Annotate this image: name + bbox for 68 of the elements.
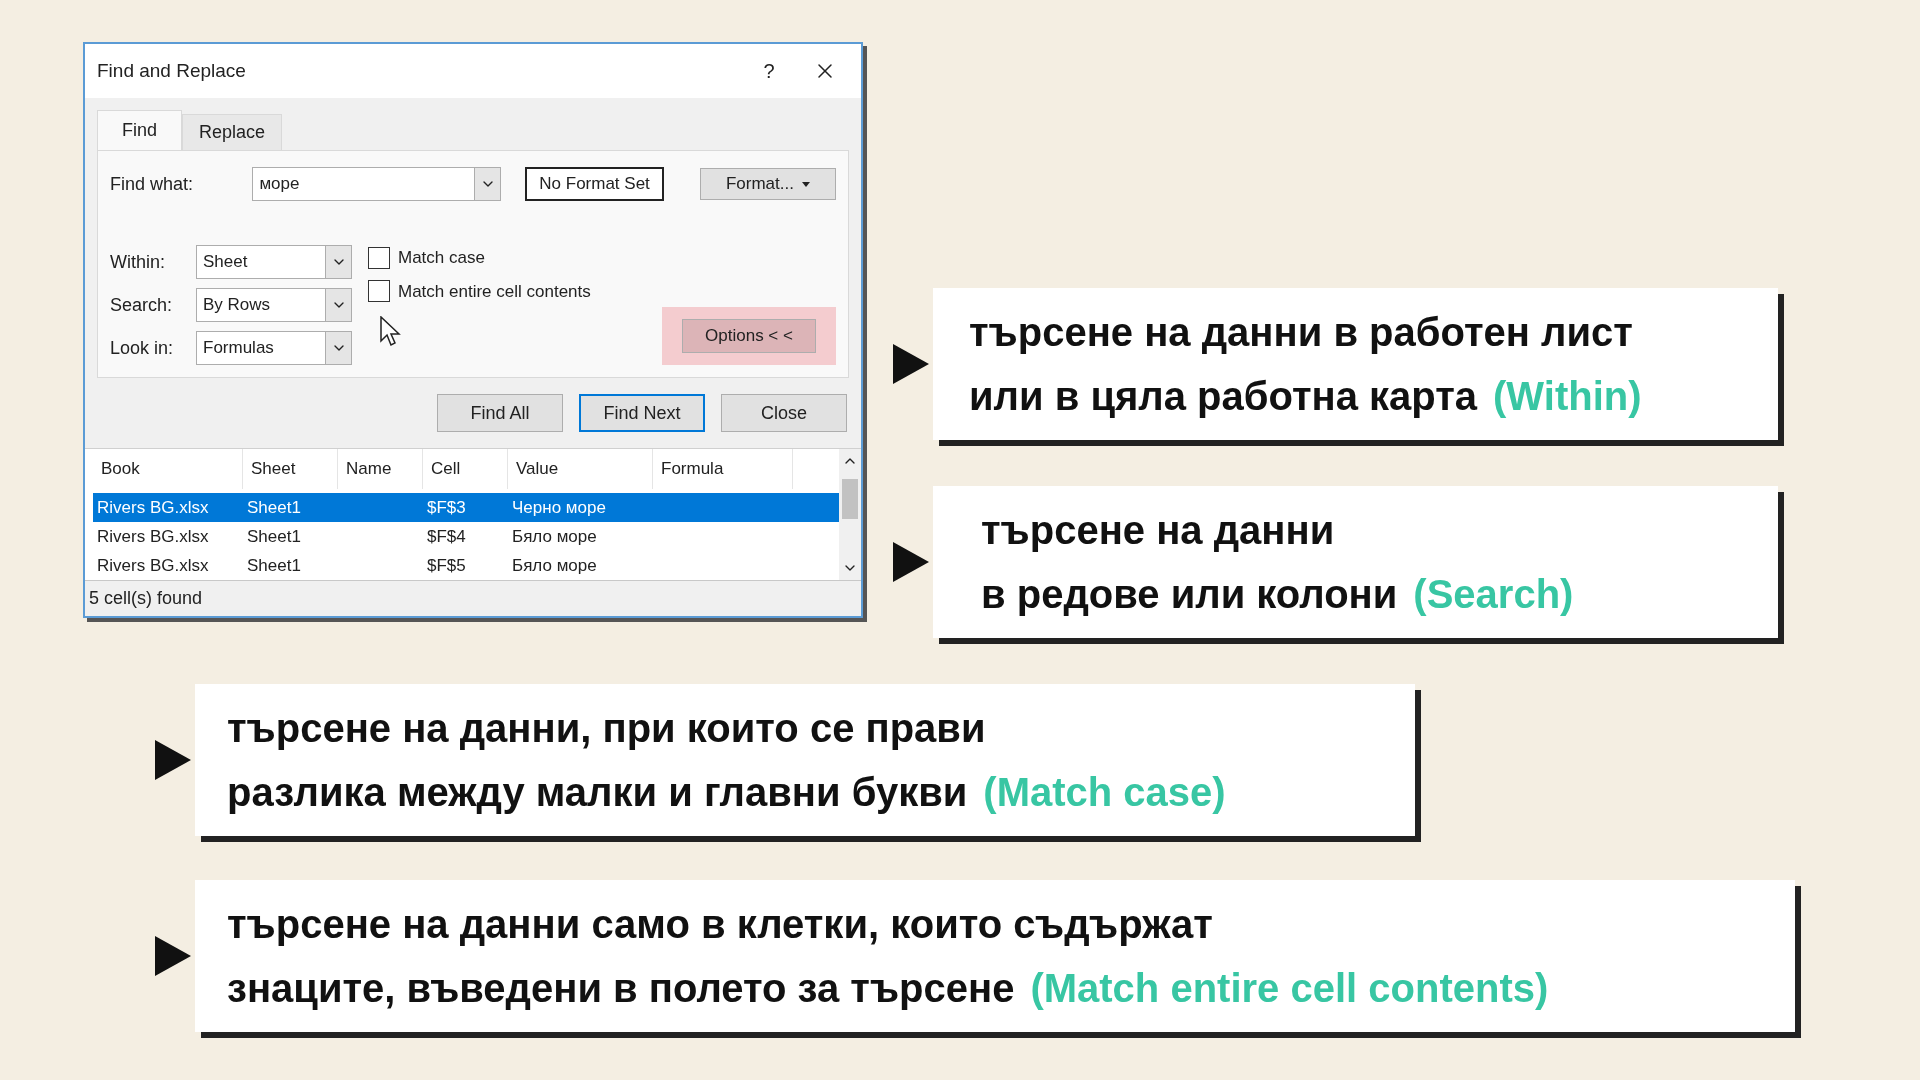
callout-text: разлика между малки и главни букви [227, 769, 968, 816]
checkbox[interactable] [368, 246, 390, 269]
callout-text: в редове или колони [981, 571, 1398, 618]
tab[interactable]: Replace [182, 114, 283, 150]
format-preview: No Format Set [525, 167, 664, 201]
column-header[interactable]: Book [93, 449, 243, 489]
play-arrow-icon [155, 740, 191, 780]
callout-text: търсене на данни, при които се прави [227, 705, 987, 752]
play-arrow-icon [155, 936, 191, 976]
checkbox-label: Match entire cell contents [398, 280, 591, 303]
table-cell: Бяло море [512, 526, 597, 546]
field-label: Within: [110, 250, 166, 274]
checkbox[interactable] [368, 280, 390, 303]
column-header[interactable]: Value [508, 449, 653, 489]
callout-text: знаците, въведени в полето за търсене [227, 965, 1015, 1012]
table-cell: Sheet1 [247, 555, 301, 575]
dialog-button[interactable]: Find All [437, 394, 563, 432]
table-cell: Rivers BG.xlsx [97, 555, 209, 575]
table-cell: Бяло море [512, 555, 597, 575]
pointer-icon [380, 316, 402, 348]
field-label: Find what: [110, 172, 195, 196]
status-text: 5 cell(s) found [89, 587, 203, 610]
result-row[interactable]: Rivers BG.xlsx Sheet1 $F$4 Бяло море [93, 522, 839, 551]
column-header[interactable]: Cell [423, 449, 508, 489]
tab[interactable]: Find [97, 110, 182, 150]
play-arrow-icon [893, 344, 929, 384]
table-cell: Sheet1 [247, 497, 301, 517]
format-button[interactable]: Format... [699, 168, 836, 200]
callout-text: или в цяла работна карта [969, 373, 1478, 420]
result-row[interactable]: Rivers BG.xlsx Sheet1 $F$5 Бяло море [93, 551, 839, 580]
table-cell: $F$5 [427, 555, 466, 575]
options-button[interactable]: Options < < [682, 319, 816, 353]
table-cell: Rivers BG.xlsx [97, 497, 209, 517]
dialog-button[interactable]: Find Next [579, 394, 705, 432]
play-arrow-icon [893, 542, 929, 582]
callout-tag: (Match entire cell contents) [1030, 956, 1549, 1020]
help-button[interactable]: ? [749, 56, 789, 86]
column-header[interactable]: Formula [653, 449, 793, 489]
dropdown-field[interactable]: By Rows [196, 288, 352, 322]
checkbox-label: Match case [398, 247, 485, 269]
field-label: Look in: [110, 336, 175, 360]
table-cell: Rivers BG.xlsx [97, 526, 209, 546]
callout-tag: (Match case) [983, 760, 1226, 824]
scrollbar[interactable] [839, 449, 861, 580]
field-value: By Rows [202, 294, 272, 317]
dialog-button[interactable]: Close [721, 394, 847, 432]
callout-tag: (Within) [1493, 364, 1642, 428]
table-cell: Sheet1 [247, 526, 301, 546]
dropdown-field[interactable]: Sheet [196, 245, 352, 279]
callout-text: търсене на данни само в клетки, които съдържат [227, 901, 1214, 948]
table-cell: Черно море [512, 497, 606, 517]
field-value: Formulas [202, 337, 275, 360]
callout-text: търсене на данни [981, 507, 1336, 554]
table-cell: $F$3 [427, 497, 466, 517]
field-label: Search: [110, 293, 174, 317]
dropdown-field[interactable]: Formulas [196, 331, 352, 365]
table-cell: $F$4 [427, 526, 466, 546]
scroll-thumb[interactable] [842, 478, 858, 519]
dropdown-field[interactable]: море [252, 167, 502, 201]
callout-text: търсене на данни в работен лист [969, 309, 1634, 356]
column-header[interactable]: Sheet [243, 449, 338, 489]
window-title: Find and Replace [97, 58, 247, 83]
callout-tag: (Search) [1413, 562, 1574, 626]
field-value: Sheet [202, 251, 249, 274]
field-value: море [258, 173, 301, 196]
column-header[interactable]: Name [338, 449, 423, 489]
result-row[interactable]: Rivers BG.xlsx Sheet1 $F$3 Черно море [93, 493, 839, 522]
caret-icon [801, 181, 810, 187]
